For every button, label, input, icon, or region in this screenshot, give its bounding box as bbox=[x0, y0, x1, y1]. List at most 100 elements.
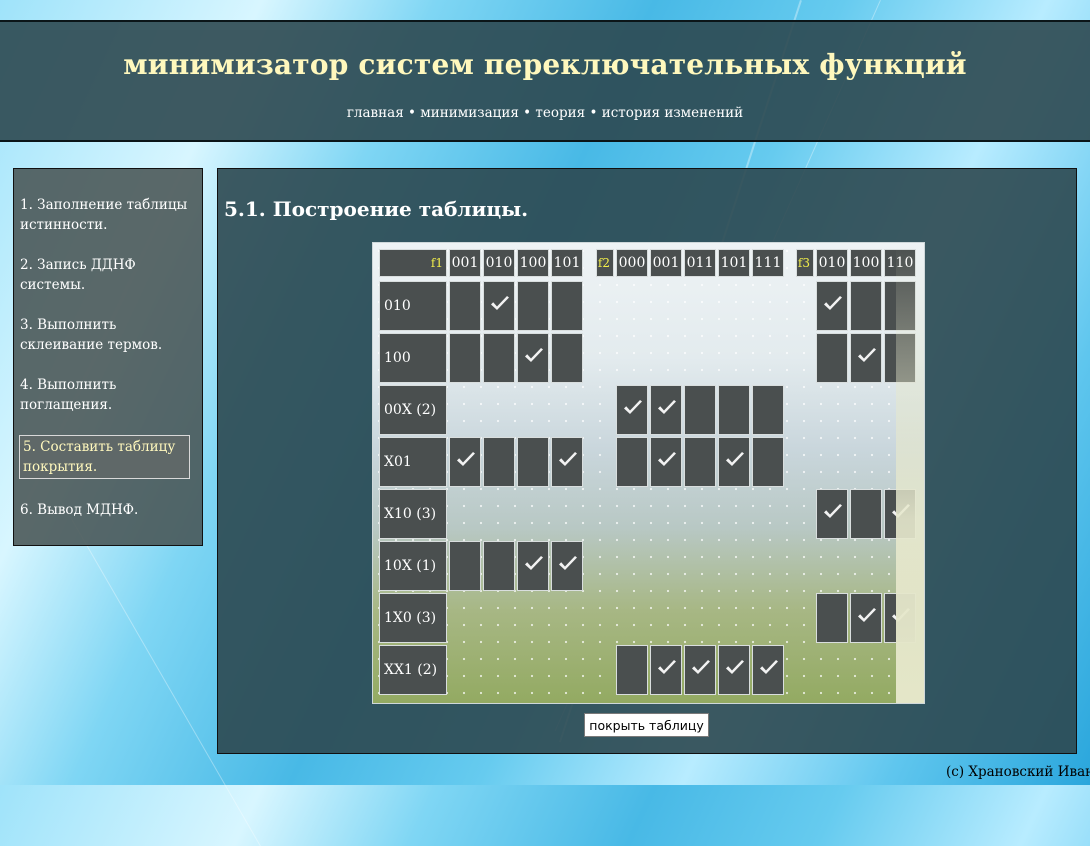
coverage-cell-checked[interactable] bbox=[718, 437, 750, 487]
pattern-dot bbox=[633, 522, 635, 524]
pattern-dot bbox=[497, 624, 499, 626]
coverage-cell-checked[interactable] bbox=[650, 645, 682, 695]
pattern-dot bbox=[497, 692, 499, 694]
sidebar-step-3[interactable]: 3. Выполнить склеивание термов. bbox=[20, 315, 198, 355]
coverage-cell[interactable] bbox=[483, 437, 515, 487]
coverage-cell-checked[interactable] bbox=[517, 541, 549, 591]
coverage-cell-checked[interactable] bbox=[551, 541, 583, 591]
function-header-f3: f3 bbox=[796, 249, 814, 277]
coverage-cell-checked[interactable] bbox=[483, 281, 515, 331]
pattern-dot bbox=[820, 471, 822, 473]
coverage-cell[interactable] bbox=[718, 385, 750, 435]
coverage-cell[interactable] bbox=[816, 593, 848, 643]
coverage-cell-checked[interactable] bbox=[616, 385, 648, 435]
nav-link[interactable]: история изменений bbox=[602, 105, 743, 121]
sidebar-step-1[interactable]: 1. Заполнение таблицы истинности. bbox=[20, 195, 198, 235]
nav-link[interactable]: теория bbox=[535, 105, 585, 121]
coverage-cell-checked[interactable] bbox=[684, 645, 716, 695]
coverage-cell[interactable] bbox=[449, 541, 481, 591]
coverage-cell-checked[interactable] bbox=[850, 333, 882, 383]
checkmark-icon bbox=[558, 451, 578, 469]
pattern-dot bbox=[769, 590, 771, 592]
pattern-dot bbox=[820, 539, 822, 541]
checkmark-icon bbox=[456, 451, 476, 469]
coverage-cell-checked[interactable] bbox=[884, 489, 916, 539]
nav-link[interactable]: минимизация bbox=[420, 105, 519, 121]
pattern-dot bbox=[548, 675, 550, 677]
pattern-dot bbox=[871, 692, 873, 694]
sidebar-step-6[interactable]: 6. Вывод МДНФ. bbox=[20, 500, 198, 520]
coverage-cell[interactable] bbox=[483, 541, 515, 591]
pattern-dot bbox=[616, 318, 618, 320]
pattern-dot bbox=[548, 386, 550, 388]
coverage-cell-checked[interactable] bbox=[718, 645, 750, 695]
pattern-dot bbox=[497, 386, 499, 388]
coverage-cell-checked[interactable] bbox=[551, 437, 583, 487]
coverage-cell[interactable] bbox=[684, 385, 716, 435]
coverage-cell[interactable] bbox=[616, 645, 648, 695]
sidebar-step-2[interactable]: 2. Запись ДДНФ системы. bbox=[20, 255, 198, 295]
pattern-dot bbox=[871, 590, 873, 592]
coverage-cell[interactable] bbox=[752, 385, 784, 435]
pattern-dot bbox=[531, 488, 533, 490]
sidebar-step-5[interactable]: 5. Составить таблицу покрытия. bbox=[19, 435, 190, 479]
pattern-dot bbox=[820, 556, 822, 558]
sidebar-step-4[interactable]: 4. Выполнить поглащения. bbox=[20, 375, 198, 415]
coverage-cell-checked[interactable] bbox=[752, 645, 784, 695]
coverage-cell[interactable] bbox=[517, 437, 549, 487]
pattern-dot bbox=[548, 641, 550, 643]
coverage-cell[interactable] bbox=[449, 281, 481, 331]
coverage-cell[interactable] bbox=[483, 333, 515, 383]
coverage-cell[interactable] bbox=[884, 281, 916, 331]
coverage-cell[interactable] bbox=[816, 333, 848, 383]
pattern-dot bbox=[854, 454, 856, 456]
pattern-dot bbox=[616, 301, 618, 303]
column-header: 101 bbox=[551, 249, 583, 277]
pattern-dot bbox=[667, 624, 669, 626]
coverage-cell[interactable] bbox=[616, 437, 648, 487]
pattern-dot bbox=[548, 505, 550, 507]
pattern-dot bbox=[667, 284, 669, 286]
coverage-cell-checked[interactable] bbox=[650, 385, 682, 435]
cover-table-button[interactable]: покрыть таблицу bbox=[584, 713, 709, 737]
coverage-cell[interactable] bbox=[850, 489, 882, 539]
pattern-dot bbox=[684, 335, 686, 337]
coverage-cell[interactable] bbox=[684, 437, 716, 487]
coverage-cell[interactable] bbox=[752, 437, 784, 487]
coverage-cell-checked[interactable] bbox=[850, 593, 882, 643]
coverage-cell[interactable] bbox=[551, 281, 583, 331]
pattern-dot bbox=[752, 301, 754, 303]
pattern-dot bbox=[650, 624, 652, 626]
pattern-dot bbox=[820, 454, 822, 456]
coverage-cell[interactable] bbox=[884, 333, 916, 383]
coverage-cell[interactable] bbox=[850, 281, 882, 331]
coverage-cell-checked[interactable] bbox=[816, 489, 848, 539]
pattern-dot bbox=[616, 522, 618, 524]
checkmark-icon bbox=[891, 503, 911, 521]
row-label: X10 (3) bbox=[379, 489, 447, 539]
coverage-cell[interactable] bbox=[551, 333, 583, 383]
coverage-cell[interactable] bbox=[517, 281, 549, 331]
coverage-cell-checked[interactable] bbox=[816, 281, 848, 331]
pattern-dot bbox=[565, 692, 567, 694]
coverage-cell-checked[interactable] bbox=[884, 593, 916, 643]
pattern-dot bbox=[786, 250, 788, 252]
pattern-dot bbox=[701, 607, 703, 609]
pattern-dot bbox=[480, 522, 482, 524]
coverage-cell-checked[interactable] bbox=[650, 437, 682, 487]
nav-link[interactable]: главная bbox=[347, 105, 404, 121]
pattern-dot bbox=[718, 352, 720, 354]
pattern-dot bbox=[871, 403, 873, 405]
row-label: XX1 (2) bbox=[379, 645, 447, 695]
coverage-cell[interactable] bbox=[449, 333, 481, 383]
pattern-dot bbox=[667, 573, 669, 575]
coverage-cell-checked[interactable] bbox=[449, 437, 481, 487]
coverage-cell-checked[interactable] bbox=[517, 333, 549, 383]
pattern-dot bbox=[565, 505, 567, 507]
pattern-dot bbox=[514, 386, 516, 388]
row-label: 010 (1,3) bbox=[379, 281, 447, 331]
pattern-dot bbox=[480, 420, 482, 422]
pattern-dot bbox=[871, 471, 873, 473]
coverage-table: f1001010100101f2000001011101111f30101001… bbox=[372, 242, 925, 704]
pattern-dot bbox=[616, 352, 618, 354]
